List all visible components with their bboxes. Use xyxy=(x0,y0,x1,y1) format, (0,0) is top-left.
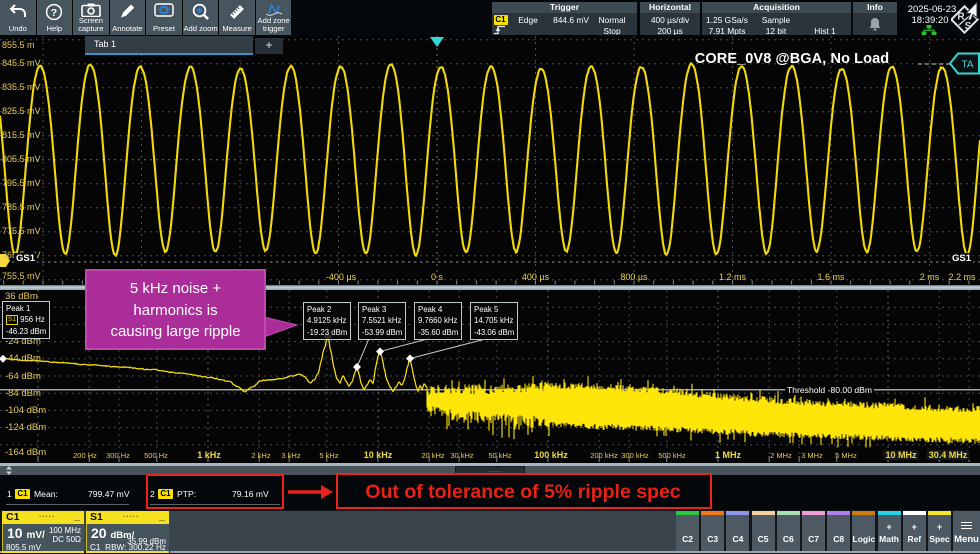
svg-text:TA: TA xyxy=(961,60,973,71)
svg-text:?: ? xyxy=(51,7,57,19)
